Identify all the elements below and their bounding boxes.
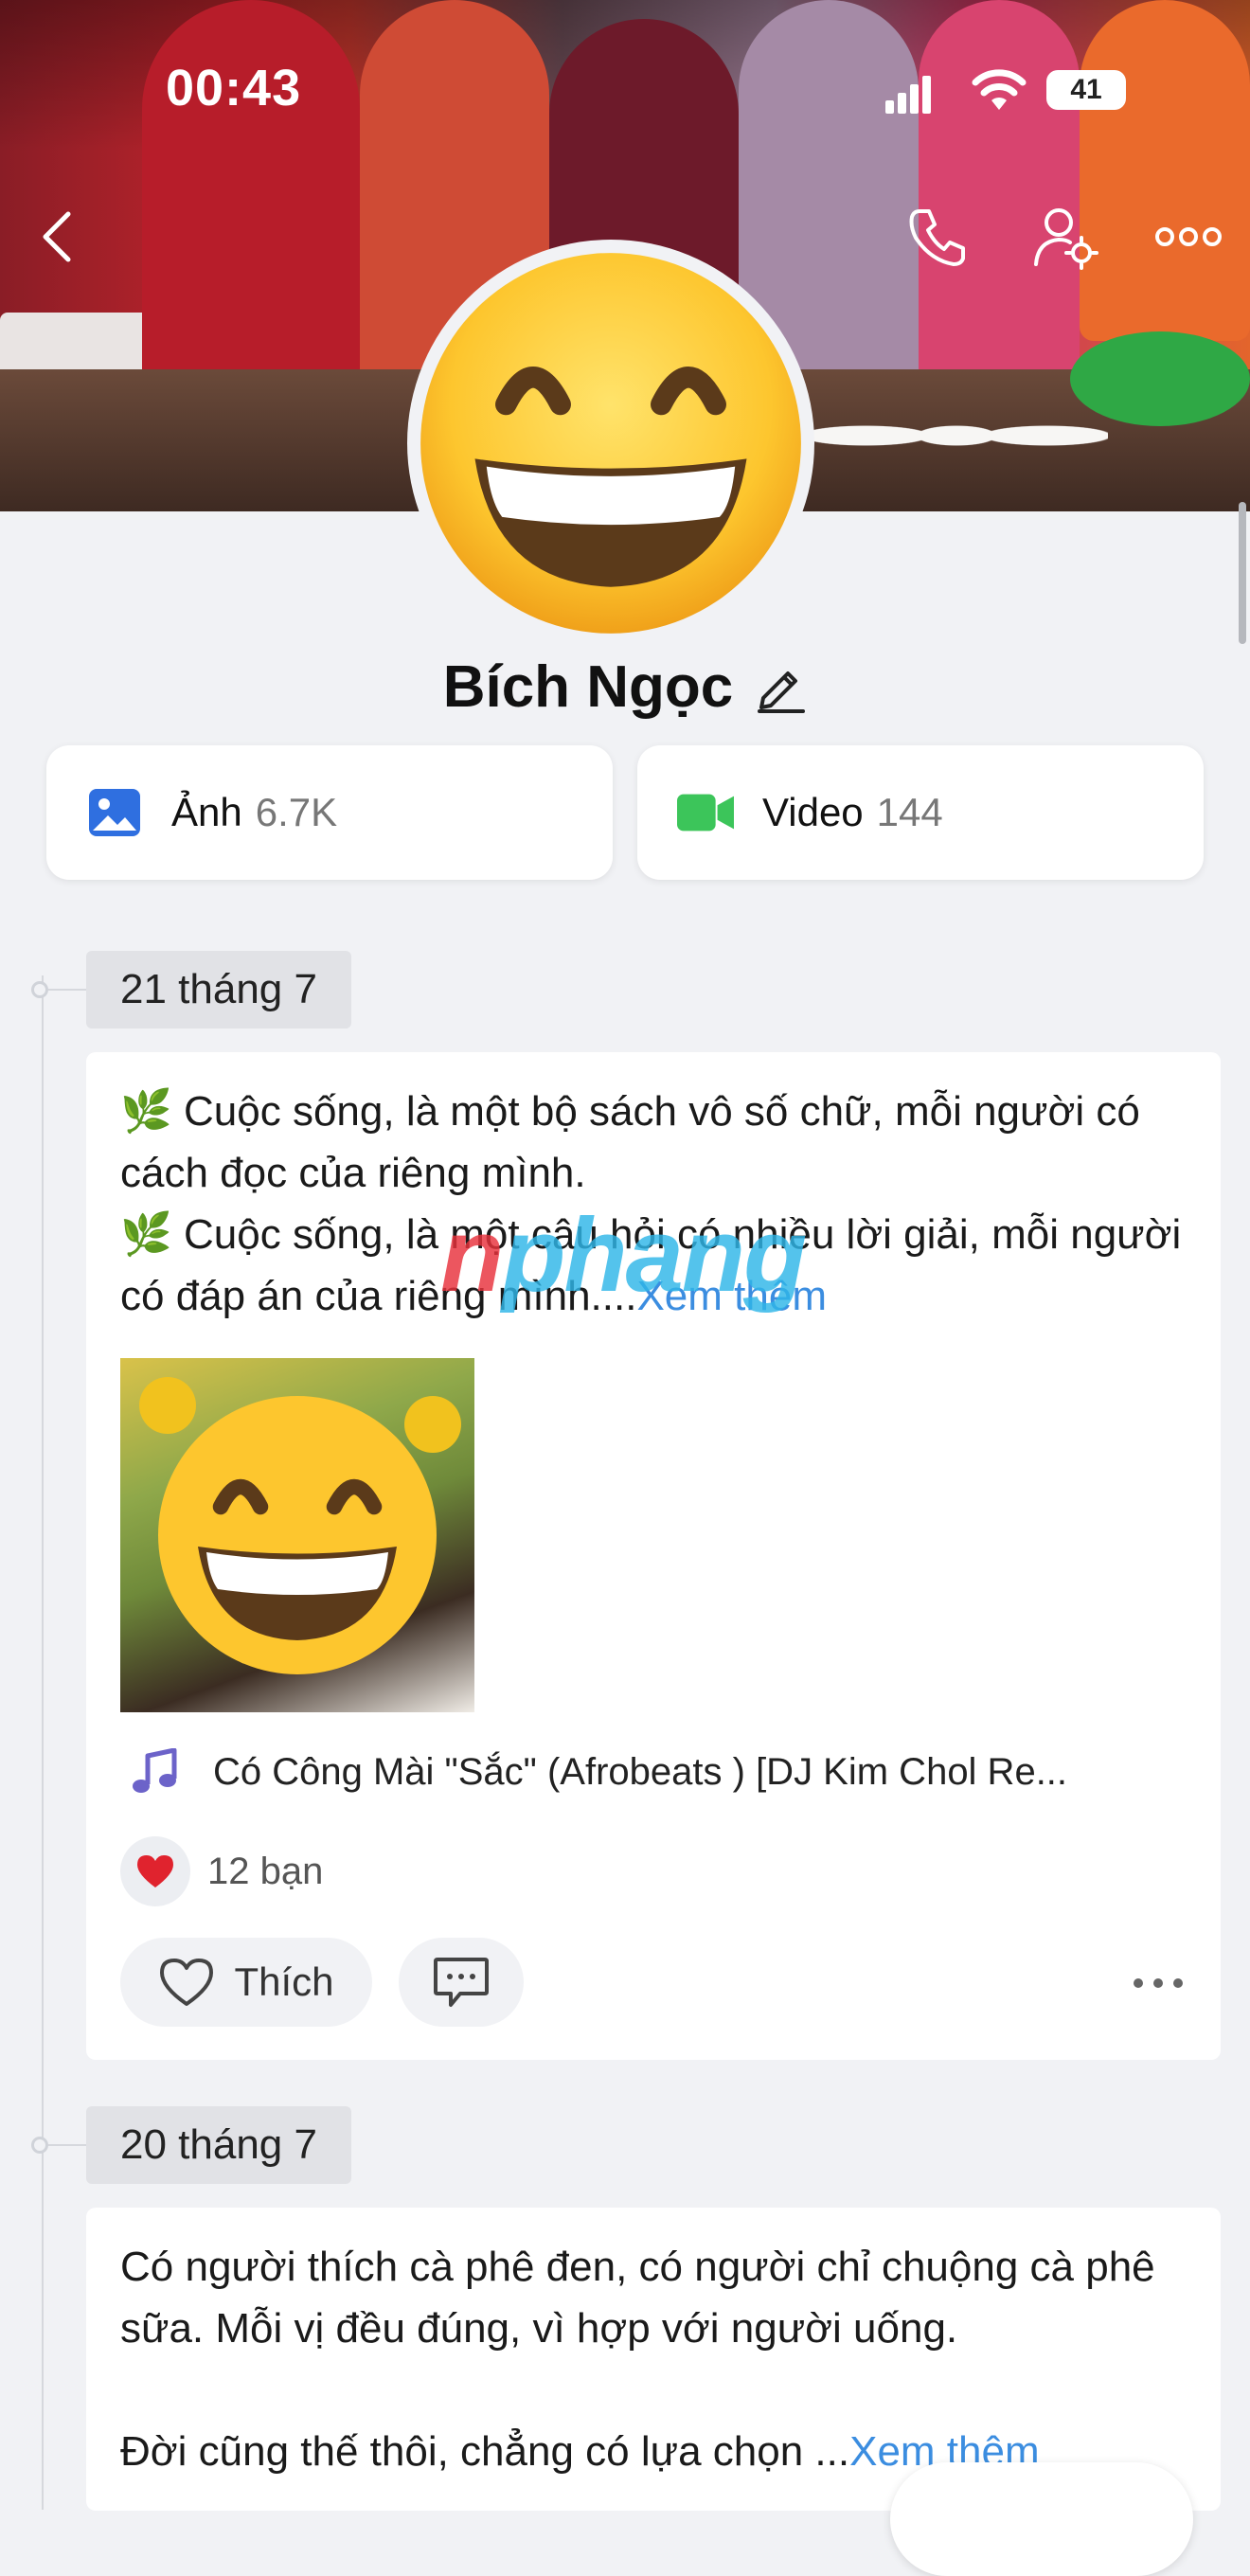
timeline-dot (31, 981, 48, 998)
music-note-icon (126, 1744, 183, 1800)
post-card[interactable]: 🌿 Cuộc sống, là một bộ sách vô số chữ, m… (86, 1052, 1221, 2060)
post-text[interactable]: 🌿 Cuộc sống, là một bộ sách vô số chữ, m… (120, 1081, 1190, 1327)
photos-label: Ảnh (171, 790, 242, 834)
comment-button[interactable] (399, 1938, 524, 2027)
see-more-link[interactable]: Xem thêm (636, 1273, 827, 1319)
music-title: Có Công Mài "Sắc" (Afrobeats ) [DJ Kim C… (213, 1750, 1068, 1793)
floating-button[interactable] (890, 2462, 1193, 2576)
scrollbar[interactable] (1239, 502, 1246, 644)
heart-icon (120, 1836, 190, 1906)
videos-card[interactable]: Video 144 (637, 745, 1204, 880)
videos-label: Video (762, 790, 864, 834)
timeline-connector (48, 989, 86, 991)
like-label: Thích (234, 1959, 334, 2004)
cover-basket (1070, 331, 1250, 426)
user-settings-icon (1034, 208, 1098, 270)
edit-icon[interactable] (754, 660, 807, 713)
phone-icon (909, 209, 965, 266)
status-time: 00:43 (166, 60, 302, 116)
timeline-line (42, 975, 44, 2510)
comment-icon (434, 1958, 489, 2007)
like-button[interactable]: Thích (120, 1938, 372, 2027)
photos-count: 6.7K (255, 790, 338, 834)
profile-name-row: Bích Ngọc (0, 649, 1250, 724)
profile-name: Bích Ngọc (442, 653, 734, 720)
post-image[interactable] (120, 1358, 474, 1712)
video-icon (677, 784, 734, 841)
status-bar: 00:43 41 (0, 0, 1250, 180)
call-button[interactable] (895, 194, 980, 279)
like-icon (160, 1959, 214, 2006)
more-options-button[interactable] (1146, 194, 1231, 279)
reaction-summary[interactable]: 12 bạn (120, 1836, 323, 1906)
post-music[interactable]: Có Công Mài "Sắc" (Afrobeats ) [DJ Kim C… (120, 1739, 1190, 1805)
battery-level: 41 (1070, 74, 1102, 105)
grinning-face-avatar (420, 253, 801, 634)
cover-cups (805, 398, 1108, 474)
photos-card[interactable]: Ảnh 6.7K (46, 745, 613, 880)
profile-avatar[interactable] (407, 240, 814, 647)
photo-icon (86, 784, 143, 841)
post-date-chip: 21 tháng 7 (86, 951, 351, 1029)
timeline-connector (48, 2144, 86, 2146)
cellular-signal-icon (885, 76, 931, 114)
back-icon (43, 211, 71, 262)
reaction-count: 12 bạn (207, 1850, 324, 1892)
post-options-button[interactable] (1130, 1959, 1187, 2007)
more-dots-icon (1134, 1978, 1183, 1988)
profile-settings-button[interactable] (1023, 194, 1108, 279)
post-text[interactable]: Có người thích cà phê đen, có người chỉ … (120, 2236, 1190, 2482)
post-date-chip: 20 tháng 7 (86, 2106, 351, 2184)
back-button[interactable] (14, 194, 99, 279)
videos-count: 144 (876, 790, 943, 834)
battery-indicator: 41 (1046, 70, 1126, 110)
timeline-dot (31, 2137, 48, 2154)
more-icon (1155, 227, 1222, 246)
grinning-face-sticker (158, 1396, 437, 1674)
wifi-icon (972, 69, 1027, 110)
